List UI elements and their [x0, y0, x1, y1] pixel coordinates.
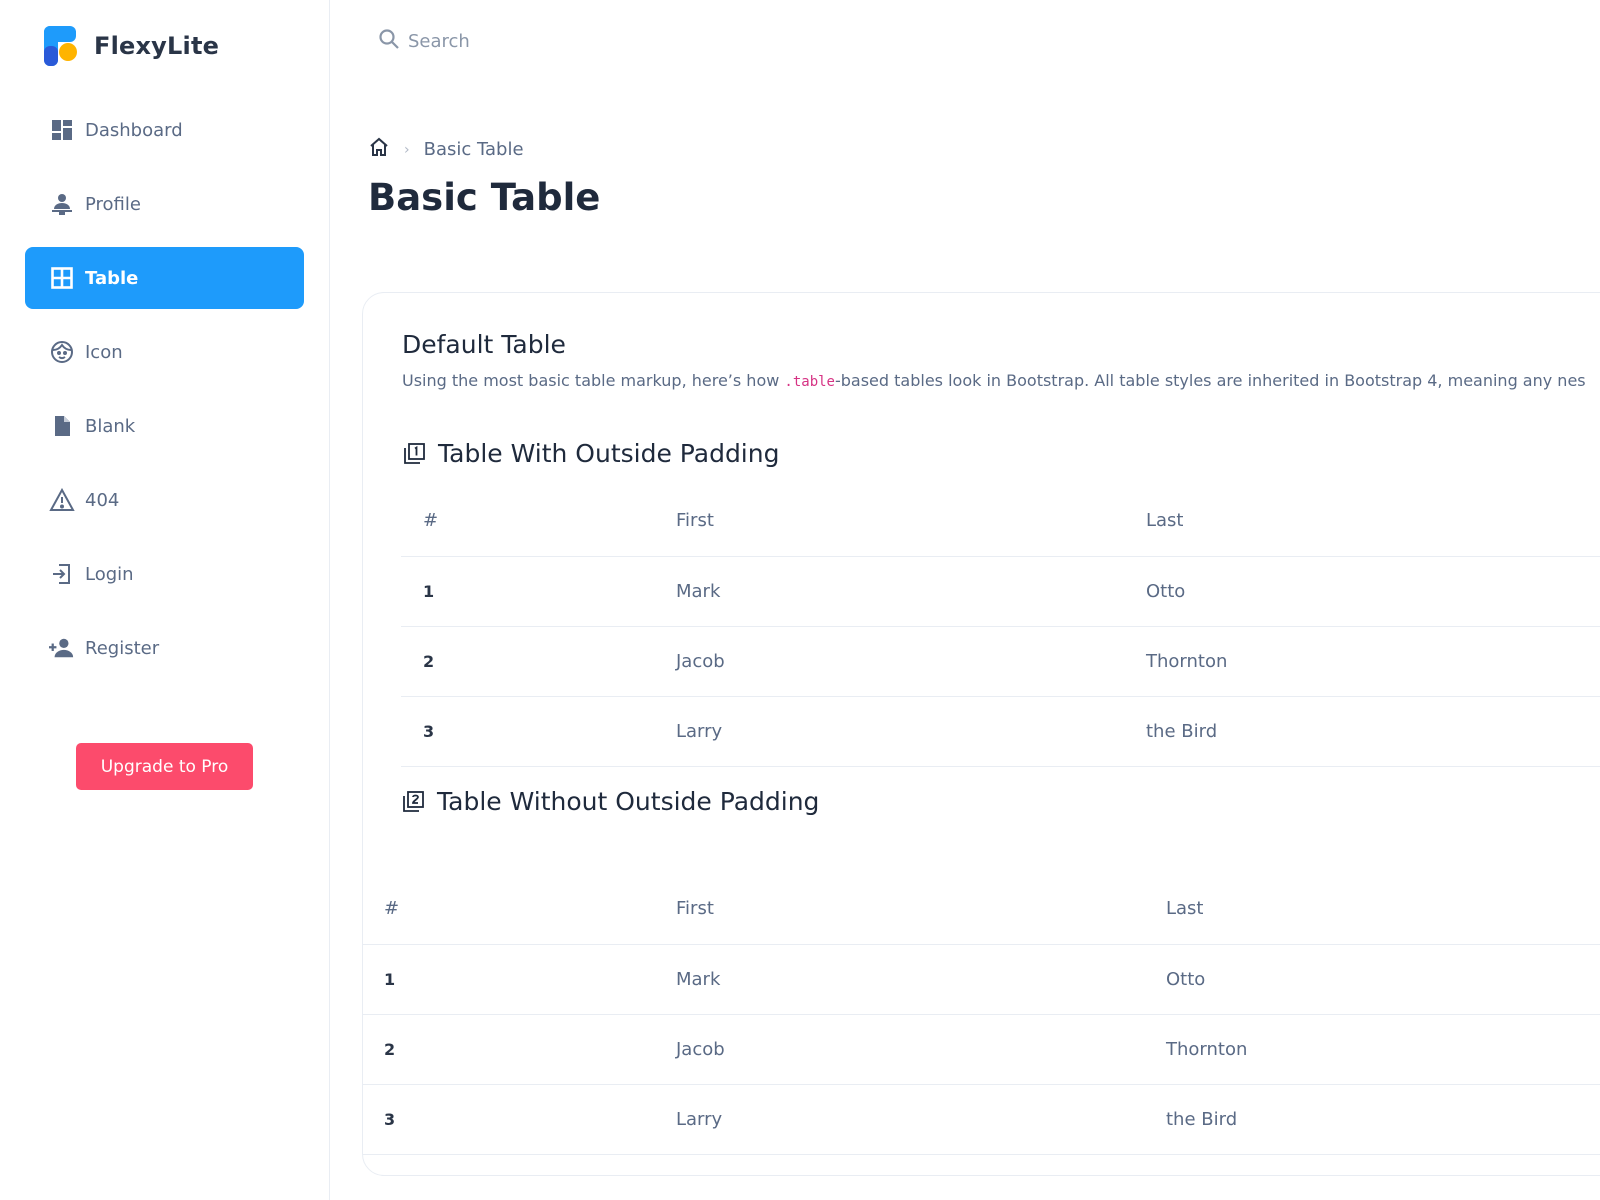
table-row: 2 Jacob Thornton — [363, 1014, 1600, 1085]
table-without-padding: # First Last 1 Mark Otto 2 Jacob Thornto… — [363, 874, 1600, 1155]
section-title-text: Table With Outside Padding — [438, 439, 780, 468]
upgrade-to-pro-button[interactable]: Upgrade to Pro — [76, 743, 253, 790]
sidebar-item-login[interactable]: Login — [25, 543, 304, 605]
section-title-outside: Table With Outside Padding — [402, 439, 779, 468]
table-cell: 1 — [363, 944, 676, 1015]
table-cell: 3 — [401, 696, 676, 767]
login-icon — [49, 561, 75, 587]
sidebar-item-table[interactable]: Table — [25, 247, 304, 309]
sidebar-item-blank[interactable]: Blank — [25, 395, 304, 457]
add-user-icon — [49, 635, 75, 661]
sidebar-item-profile[interactable]: Profile — [25, 173, 304, 235]
table-cell: Otto — [1146, 556, 1600, 627]
table-cell: 2 — [401, 626, 676, 697]
table-cell: Thornton — [1146, 626, 1600, 697]
table-outside-padding: # First Last 1 Mark Otto 2 Jacob Thornto… — [401, 486, 1600, 767]
card-subtitle-text: -based tables look in Bootstrap. All tab… — [834, 371, 1586, 390]
column-header: First — [676, 874, 1166, 945]
sidebar-nav: Dashboard Profile Table Icon Blank 404 L… — [25, 99, 304, 691]
table-cell: 1 — [401, 556, 676, 627]
warning-icon — [49, 487, 75, 513]
face-icon — [49, 339, 75, 365]
card-subtitle: Using the most basic table markup, here’… — [402, 371, 1600, 390]
table-cell: Larry — [676, 696, 1146, 767]
sidebar-item-label: Icon — [85, 341, 123, 363]
column-header: First — [676, 486, 1146, 557]
code-snippet: .table — [784, 374, 835, 390]
table-cell: Otto — [1166, 944, 1600, 1015]
sidebar-item-label: Register — [85, 637, 160, 659]
column-header: # — [363, 874, 676, 945]
table-cell: Mark — [676, 556, 1146, 627]
search-icon — [378, 28, 400, 55]
table-cell: Jacob — [676, 1014, 1166, 1085]
column-header: Last — [1146, 486, 1600, 557]
table-cell: Jacob — [676, 626, 1146, 697]
sidebar: FlexyLite Dashboard Profile Table Icon B… — [0, 0, 330, 1200]
table-header-row: # First Last — [401, 486, 1600, 557]
sidebar-item-icon[interactable]: Icon — [25, 321, 304, 383]
breadcrumb-current: Basic Table — [423, 139, 524, 160]
table-cell: Larry — [676, 1084, 1166, 1155]
page-title: Basic Table — [368, 176, 601, 219]
column-header: # — [401, 486, 676, 557]
sidebar-item-label: Login — [85, 563, 134, 585]
table-cell: Thornton — [1166, 1014, 1600, 1085]
column-header: Last — [1166, 874, 1600, 945]
profile-icon — [49, 191, 75, 217]
section-title-without: Table Without Outside Padding — [401, 787, 819, 816]
table-icon — [49, 265, 75, 291]
card-subtitle-text: Using the most basic table markup, here’… — [402, 371, 785, 390]
brand-logo-icon — [44, 26, 80, 66]
sidebar-item-dashboard[interactable]: Dashboard — [25, 99, 304, 161]
table-cell: 2 — [363, 1014, 676, 1085]
brand[interactable]: FlexyLite — [44, 26, 219, 66]
sidebar-item-register[interactable]: Register — [25, 617, 304, 679]
search-bar — [378, 28, 668, 55]
table-header-row: # First Last — [363, 874, 1600, 945]
dashboard-icon — [49, 117, 75, 143]
sidebar-item-label: Table — [85, 267, 139, 289]
sidebar-item-404[interactable]: 404 — [25, 469, 304, 531]
brand-name: FlexyLite — [94, 32, 220, 60]
sidebar-item-label: Profile — [85, 193, 141, 215]
table-cell: 3 — [363, 1084, 676, 1155]
card-title: Default Table — [402, 330, 566, 359]
table-cell: the Bird — [1166, 1084, 1600, 1155]
table-row: 1 Mark Otto — [401, 556, 1600, 627]
sidebar-item-label: Dashboard — [85, 119, 183, 141]
search-input[interactable] — [408, 31, 668, 52]
table-row: 3 Larry the Bird — [363, 1084, 1600, 1155]
chevron-right-icon: › — [404, 141, 410, 158]
home-icon[interactable] — [368, 136, 390, 163]
sidebar-item-label: Blank — [85, 415, 136, 437]
table-cell: Mark — [676, 944, 1166, 1015]
filter-2-icon — [401, 790, 425, 814]
table-row: 1 Mark Otto — [363, 944, 1600, 1015]
table-cell: the Bird — [1146, 696, 1600, 767]
sidebar-item-label: 404 — [85, 489, 120, 511]
section-title-text: Table Without Outside Padding — [437, 787, 820, 816]
table-row: 3 Larry the Bird — [401, 696, 1600, 767]
file-icon — [49, 413, 75, 439]
table-row: 2 Jacob Thornton — [401, 626, 1600, 697]
filter-1-icon — [402, 442, 426, 466]
breadcrumb: › Basic Table — [368, 136, 524, 163]
